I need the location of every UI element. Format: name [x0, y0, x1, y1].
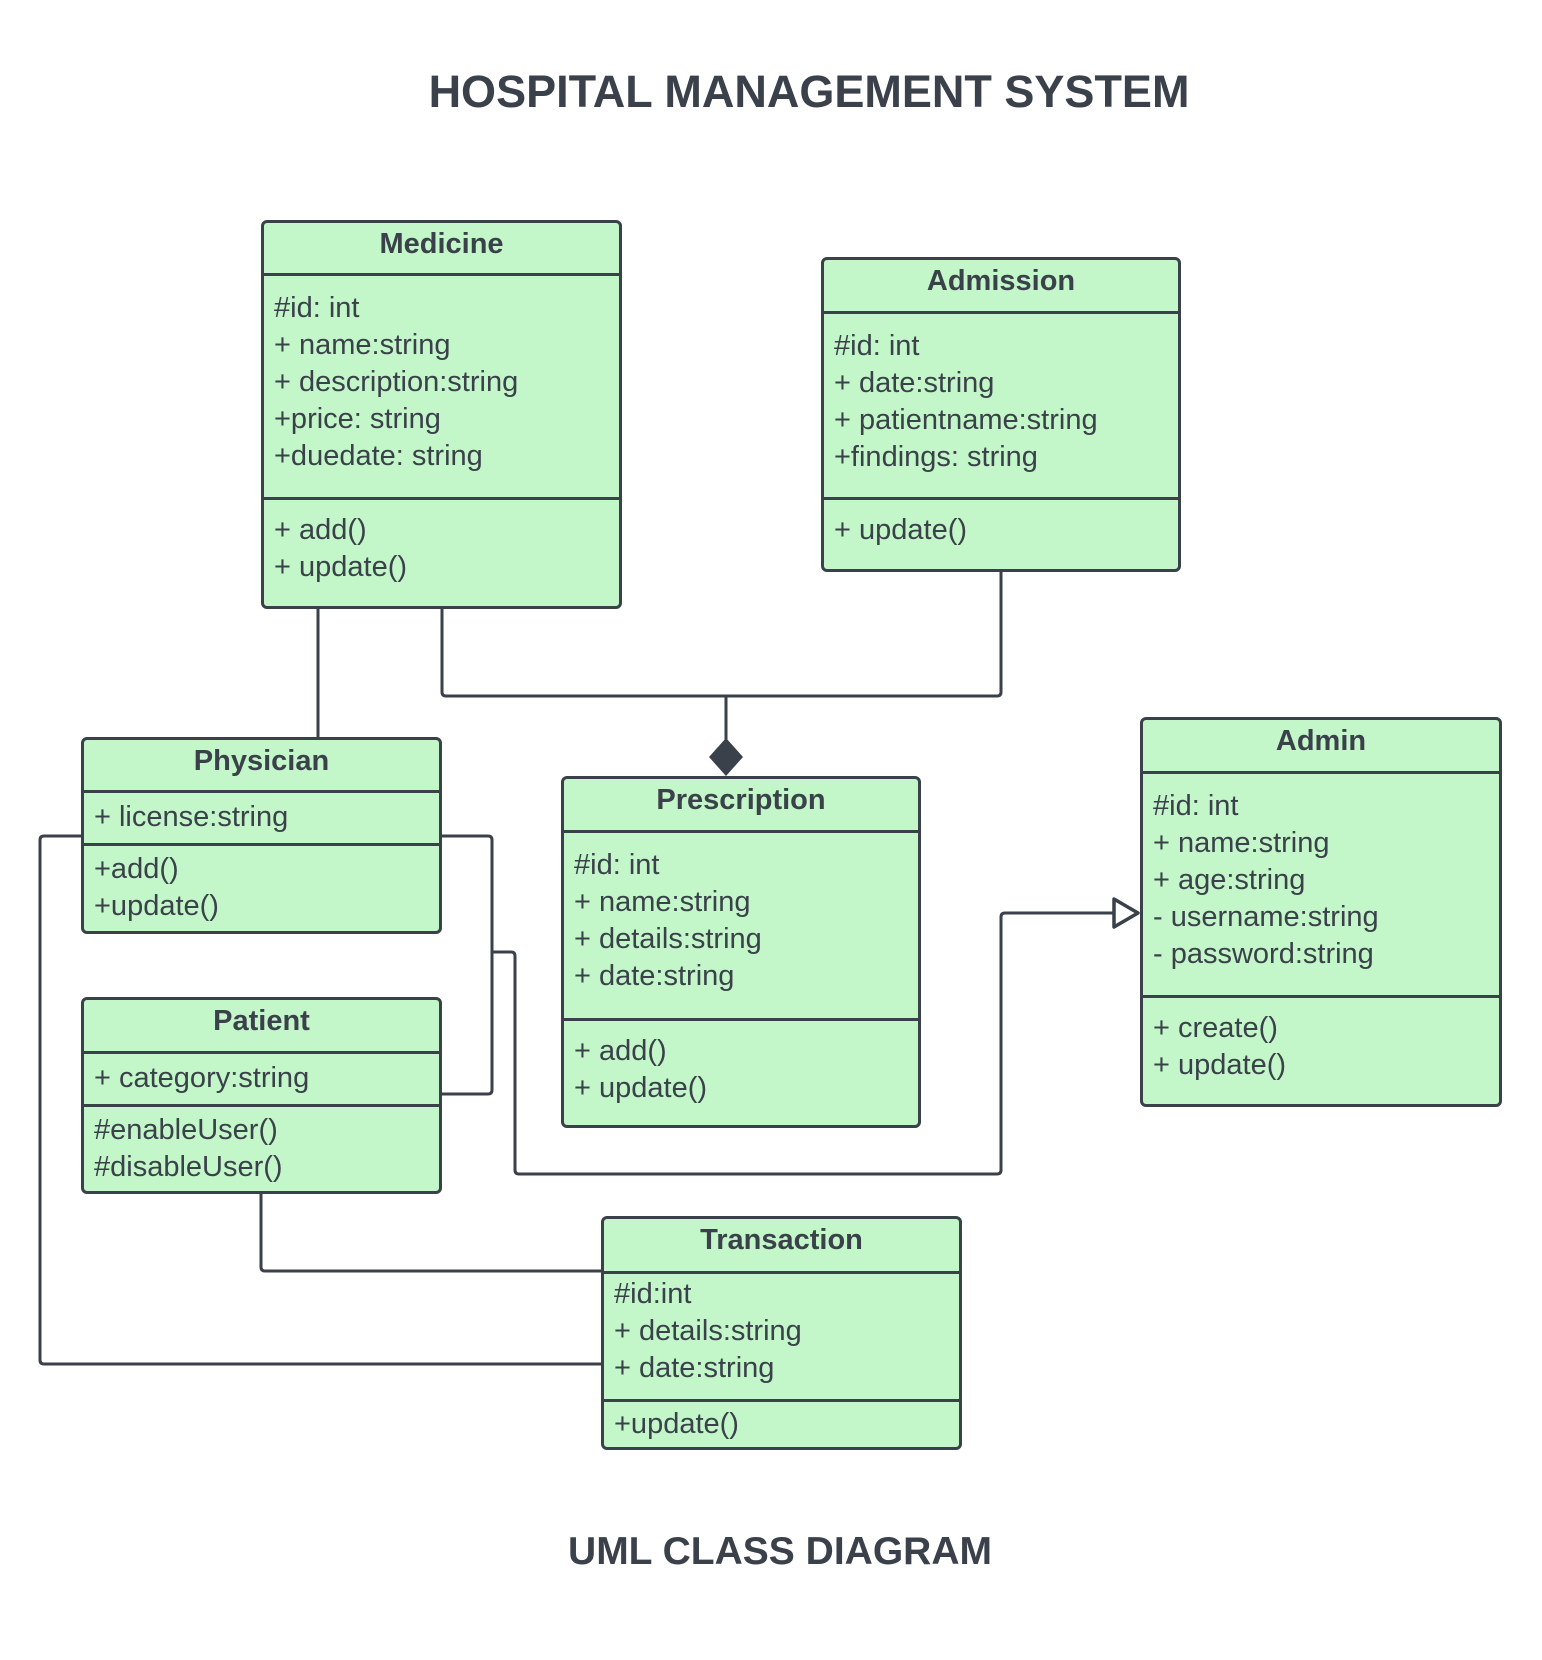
attribute: - username:string [1153, 901, 1379, 933]
diagram-caption: UML CLASS DIAGRAM [568, 1530, 992, 1573]
method-list: +add() +update() [84, 846, 439, 925]
attribute: +findings: string [834, 441, 1038, 473]
attribute: #id: int [574, 849, 660, 881]
method: +update() [94, 890, 219, 922]
attribute: + date:string [614, 1352, 775, 1384]
attribute-list: #id: int + name:string + details:string … [564, 833, 918, 1021]
class-admin[interactable]: Admin #id: int + name:string + age:strin… [1140, 717, 1502, 1107]
attribute: #id: int [274, 292, 360, 324]
class-physician[interactable]: Physician + license:string +add() +updat… [81, 737, 442, 934]
method: + update() [574, 1072, 708, 1104]
method: +add() [94, 853, 179, 885]
attribute: + name:string [574, 886, 751, 918]
method: + add() [274, 514, 367, 546]
class-name: Physician [84, 740, 439, 793]
attribute: #id:int [614, 1278, 692, 1310]
attribute: +price: string [274, 403, 441, 435]
method-list: #enableUser() #disableUser() [84, 1107, 439, 1186]
attribute: +duedate: string [274, 440, 483, 472]
attribute: + license:string [94, 801, 289, 833]
connector-physician-patient[interactable] [442, 834, 494, 1096]
connector-admission-prescription[interactable] [726, 572, 1003, 698]
composition-diamond-icon [709, 738, 743, 776]
method-list: + create() + update() [1143, 998, 1499, 1084]
method: + create() [1153, 1012, 1278, 1044]
attribute: + date:string [834, 367, 995, 399]
method: + update() [1153, 1049, 1287, 1081]
attribute: - password:string [1153, 938, 1374, 970]
method: +update() [614, 1408, 739, 1440]
attribute: + details:string [614, 1315, 802, 1347]
attribute: + name:string [274, 329, 451, 361]
connector-patient-transaction[interactable] [259, 1194, 602, 1273]
connector-medicine-prescription[interactable] [440, 609, 726, 698]
class-name: Admission [824, 260, 1178, 314]
class-name: Patient [84, 1000, 439, 1054]
class-name: Transaction [604, 1219, 959, 1274]
attribute-list: #id: int + name:string + age:string - us… [1143, 774, 1499, 998]
method: #disableUser() [94, 1151, 283, 1183]
method-list: + update() [824, 500, 1178, 549]
class-name: Medicine [264, 223, 619, 276]
attribute-list: #id: int + name:string + description:str… [264, 276, 619, 500]
attribute: + patientname:string [834, 404, 1098, 436]
attribute-list: + license:string [84, 793, 439, 846]
method-list: + add() + update() [264, 500, 619, 586]
method-list: +update() [604, 1402, 959, 1443]
attribute-list: #id:int + details:string + date:string [604, 1274, 959, 1402]
method-list: + add() + update() [564, 1021, 918, 1107]
class-medicine[interactable]: Medicine #id: int + name:string + descri… [261, 220, 622, 609]
method: + add() [574, 1035, 667, 1067]
method: + update() [834, 514, 968, 546]
attribute: + details:string [574, 923, 762, 955]
attribute: #id: int [834, 330, 920, 362]
method: #enableUser() [94, 1114, 278, 1146]
attribute: + name:string [1153, 827, 1330, 859]
class-patient[interactable]: Patient + category:string #enableUser() … [81, 997, 442, 1194]
attribute: + category:string [94, 1062, 310, 1094]
class-prescription[interactable]: Prescription #id: int + name:string + de… [561, 776, 921, 1128]
attribute: + description:string [274, 366, 519, 398]
method: + update() [274, 551, 408, 583]
class-transaction[interactable]: Transaction #id:int + details:string + d… [601, 1216, 962, 1450]
attribute: + age:string [1153, 864, 1306, 896]
class-name: Admin [1143, 720, 1499, 774]
attribute: #id: int [1153, 790, 1239, 822]
attribute-list: + category:string [84, 1054, 439, 1107]
attribute-list: #id: int + date:string + patientname:str… [824, 314, 1178, 500]
generalization-arrow-icon [1112, 897, 1140, 929]
class-admission[interactable]: Admission #id: int + date:string + patie… [821, 257, 1181, 572]
class-name: Prescription [564, 779, 918, 833]
attribute: + date:string [574, 960, 735, 992]
